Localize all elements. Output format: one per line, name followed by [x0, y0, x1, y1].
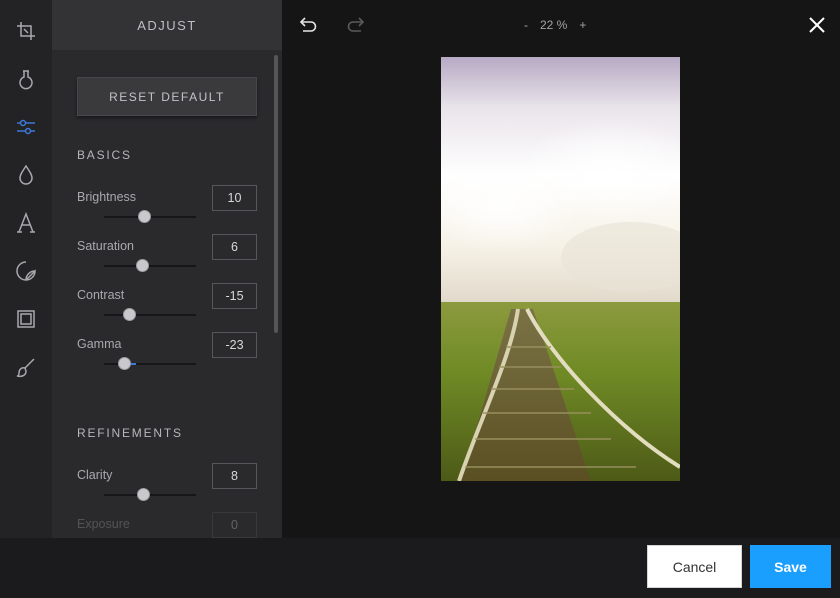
drop-icon: [19, 164, 33, 185]
brightness-value-field[interactable]: 10: [212, 185, 257, 211]
sticker-tool-button[interactable]: [10, 255, 42, 287]
photo-preview: [441, 57, 680, 481]
exposure-label: Exposure: [77, 517, 130, 531]
text-icon: [17, 212, 35, 233]
exposure-slider-row: Exposure 0: [77, 512, 257, 538]
clarity-slider-row: Clarity 8: [77, 463, 257, 516]
crop-icon: [17, 22, 35, 40]
section-title-basics: BASICS: [77, 148, 132, 162]
brightness-slider-track[interactable]: [104, 210, 196, 223]
tool-rail: [0, 0, 52, 538]
filter-tool-button[interactable]: [10, 63, 42, 95]
panel-title: ADJUST: [52, 0, 282, 50]
drop-tool-button[interactable]: [10, 159, 42, 191]
zoom-level: 22 %: [540, 18, 568, 32]
clarity-label: Clarity: [77, 468, 113, 482]
section-title-refinements: REFINEMENTS: [77, 426, 183, 440]
clarity-slider-track[interactable]: [104, 488, 196, 501]
gamma-label: Gamma: [77, 337, 122, 351]
railway-photo-image: [441, 57, 680, 481]
adjust-panel: ADJUST RESET DEFAULT BASICS Brightness 1…: [52, 0, 282, 538]
photo-editor: ADJUST RESET DEFAULT BASICS Brightness 1…: [0, 0, 840, 598]
contrast-slider-thumb[interactable]: [123, 308, 136, 321]
filter-icon: [19, 70, 33, 90]
sticker-icon: [16, 261, 36, 281]
brightness-label: Brightness: [77, 190, 137, 204]
undo-icon[interactable]: [297, 13, 319, 35]
gamma-value-field[interactable]: -23: [212, 332, 257, 358]
frame-tool-button[interactable]: [10, 303, 42, 335]
contrast-slider-track[interactable]: [104, 308, 196, 321]
brush-icon: [16, 358, 35, 378]
saturation-slider-track[interactable]: [104, 259, 196, 272]
contrast-label: Contrast: [77, 288, 125, 302]
brightness-slider-row: Brightness 10: [77, 185, 257, 238]
gamma-slider-track[interactable]: [104, 357, 196, 370]
contrast-slider-row: Contrast -15: [77, 283, 257, 336]
brightness-slider-thumb[interactable]: [138, 210, 151, 223]
crop-tool-button[interactable]: [10, 15, 42, 47]
adjust-tool-button[interactable]: [10, 111, 42, 143]
clarity-slider-thumb[interactable]: [137, 488, 150, 501]
adjust-sliders-icon: [17, 119, 35, 135]
gamma-slider-thumb[interactable]: [118, 357, 131, 370]
zoom-control: - 22 % +: [524, 14, 586, 36]
brush-tool-button[interactable]: [10, 351, 42, 383]
saturation-slider-row: Saturation 6: [77, 234, 257, 287]
clarity-value-field[interactable]: 8: [212, 463, 257, 489]
contrast-value-field[interactable]: -15: [212, 283, 257, 309]
exposure-value-field[interactable]: 0: [212, 512, 257, 538]
frame-icon: [17, 310, 35, 328]
text-tool-button[interactable]: [10, 207, 42, 239]
zoom-in-button[interactable]: +: [579, 18, 586, 32]
close-icon[interactable]: [805, 13, 829, 37]
redo-icon: [347, 17, 365, 32]
cancel-button[interactable]: Cancel: [647, 545, 742, 588]
save-button[interactable]: Save: [750, 545, 831, 588]
saturation-value-field[interactable]: 6: [212, 234, 257, 260]
reset-default-button[interactable]: RESET DEFAULT: [77, 77, 257, 116]
saturation-slider-thumb[interactable]: [136, 259, 149, 272]
gamma-slider-row: Gamma -23: [77, 332, 257, 385]
zoom-out-button[interactable]: -: [524, 18, 528, 32]
panel-scrollbar[interactable]: [274, 55, 278, 333]
saturation-label: Saturation: [77, 239, 134, 253]
